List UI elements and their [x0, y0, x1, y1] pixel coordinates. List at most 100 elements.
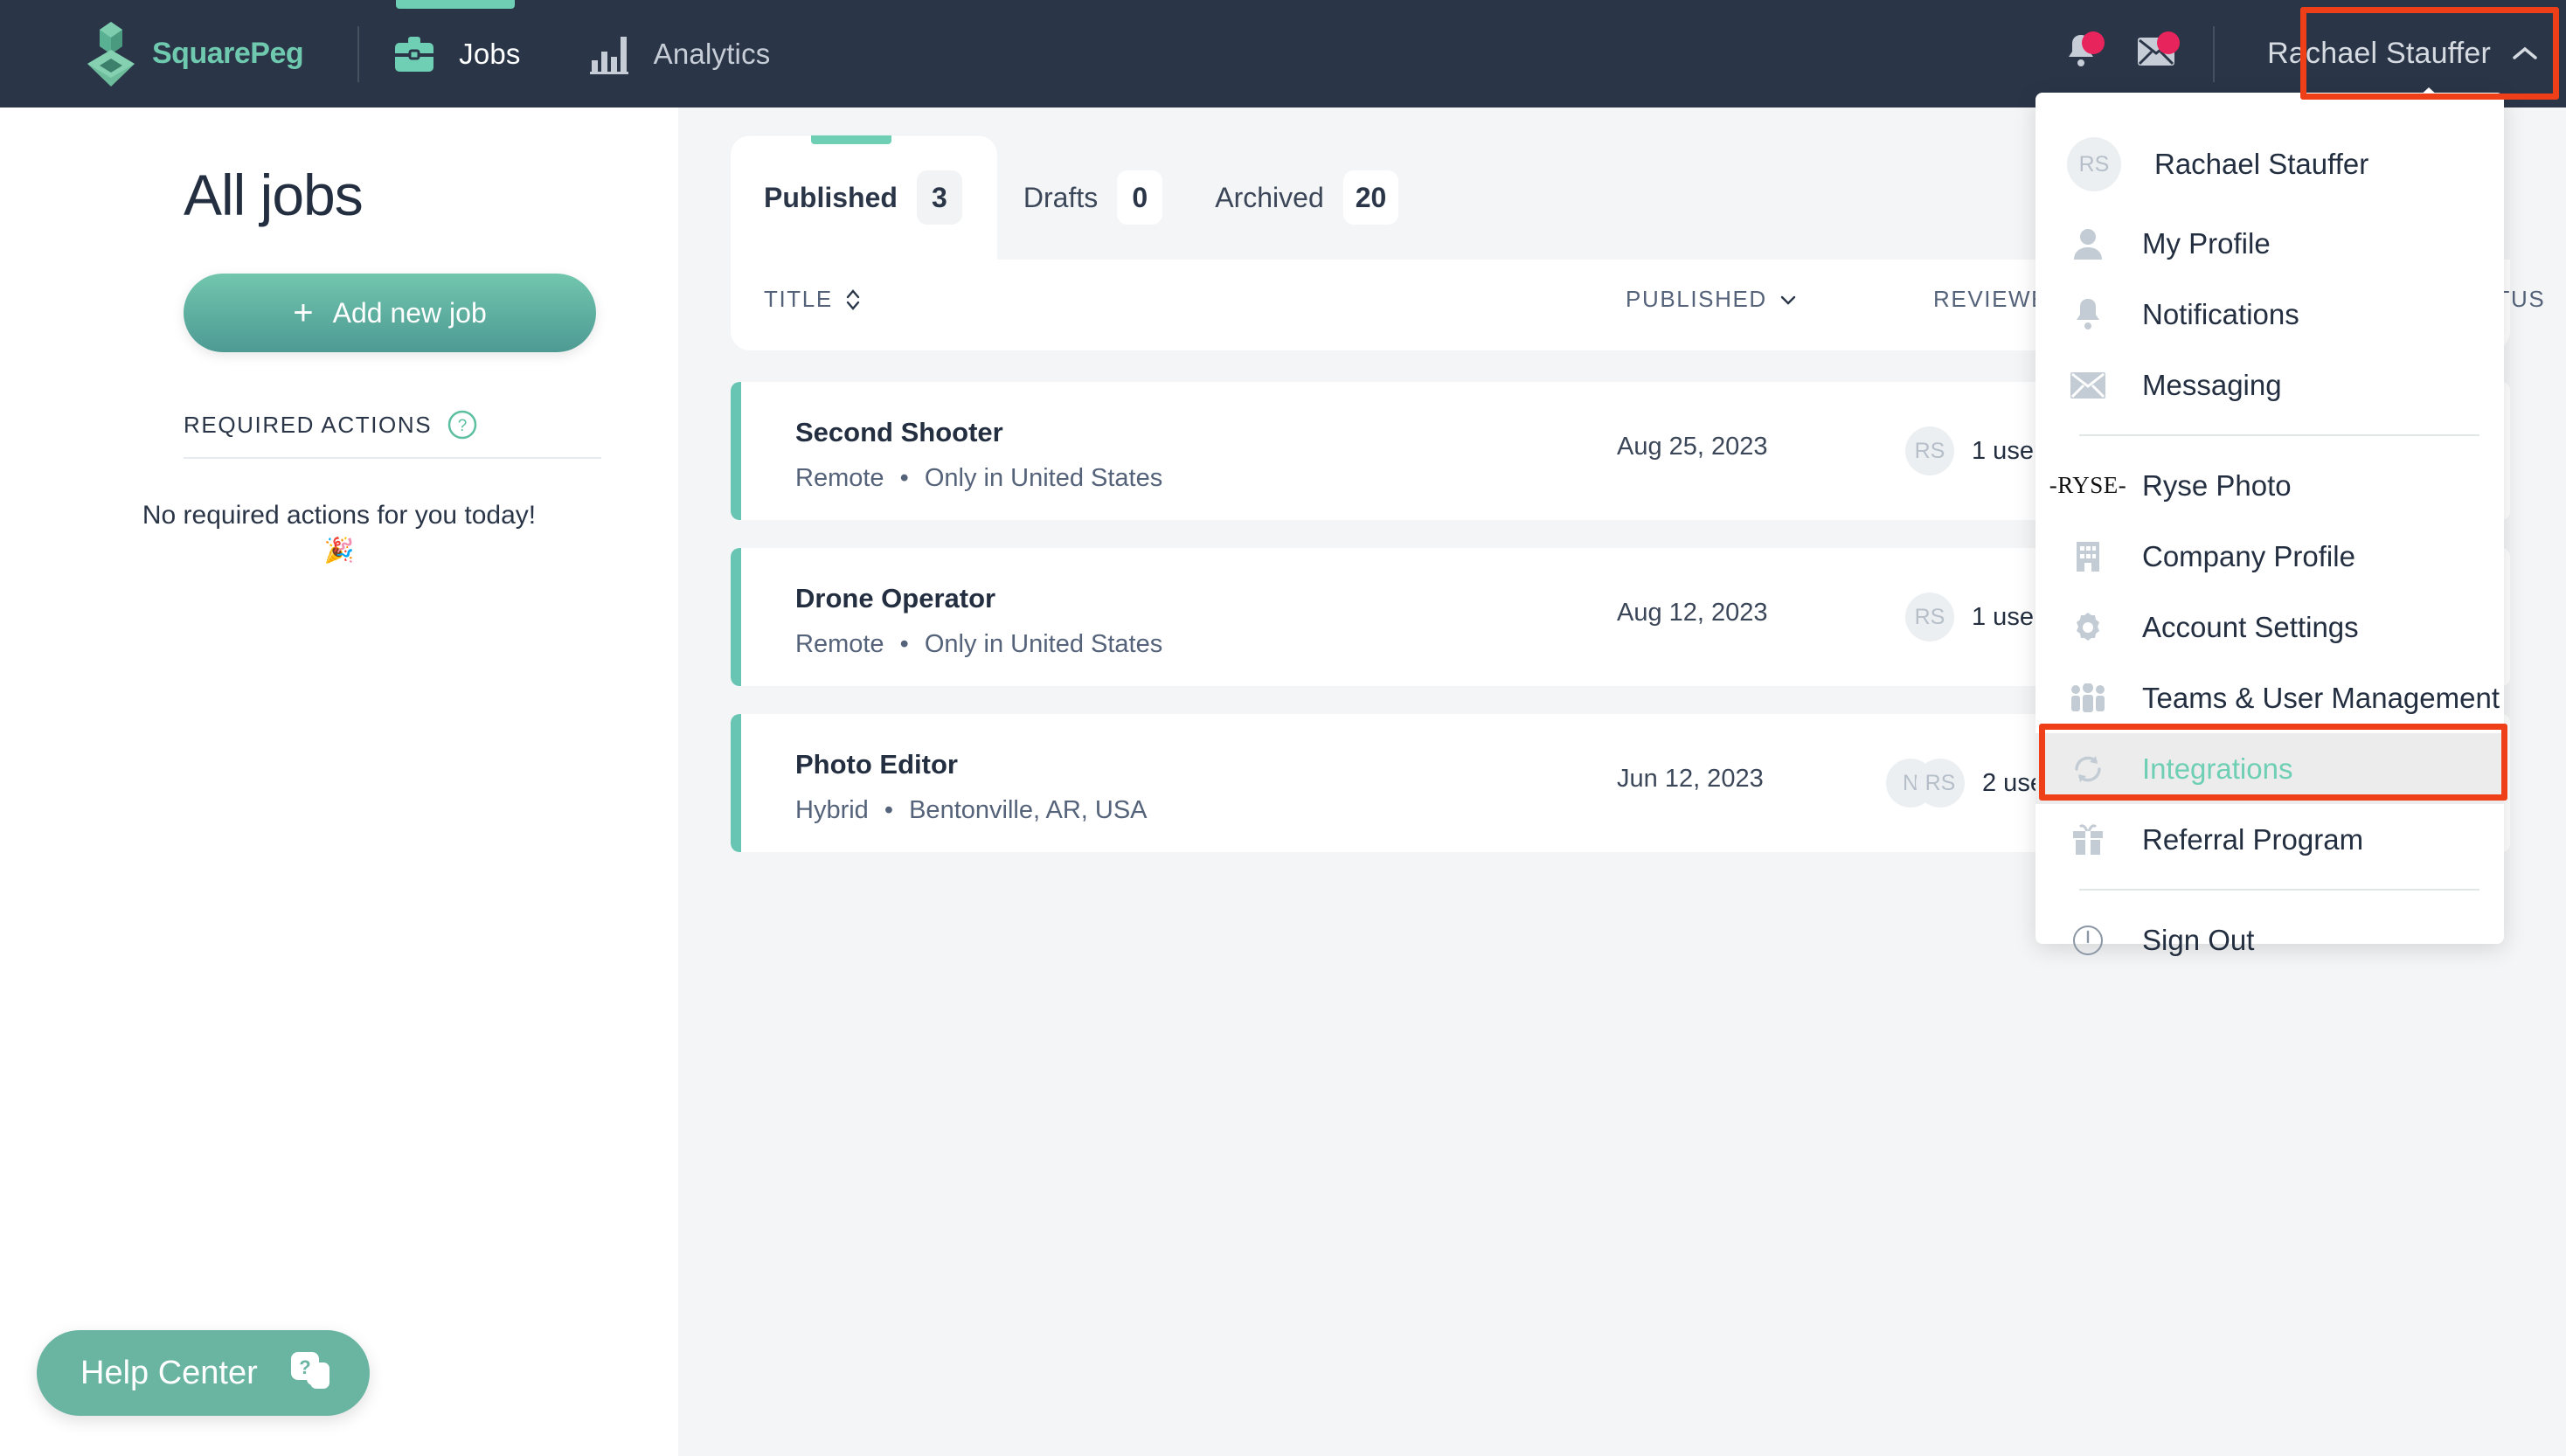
dropdown-item-messaging[interactable]: Messaging [2035, 350, 2504, 420]
dropdown-item-integrations[interactable]: Integrations [2035, 733, 2504, 804]
nav-item-jobs[interactable]: Jobs [359, 0, 554, 107]
messages-button[interactable] [2119, 0, 2194, 107]
tab-drafts[interactable]: Drafts 0 [997, 135, 1189, 260]
dropdown-item-notifications[interactable]: Notifications [2035, 279, 2504, 350]
avatar-stack: N RS [1886, 759, 1965, 808]
messages-badge [2157, 31, 2181, 54]
column-header-label: TITLE [764, 286, 833, 312]
help-center-button[interactable]: Help Center ? [37, 1330, 370, 1416]
gear-icon [2067, 611, 2109, 644]
avatar: RS [1916, 759, 1965, 808]
bullet-separator: • [899, 464, 909, 492]
required-actions-empty-text: No required actions for you today! [142, 501, 537, 530]
header-divider [2213, 25, 2216, 82]
dropdown-item-account-settings[interactable]: Account Settings [2035, 592, 2504, 662]
job-title: Second Shooter [795, 417, 1003, 447]
user-menu-button[interactable]: Rachael Stauffer [2237, 0, 2566, 107]
job-title: Photo Editor [795, 749, 958, 780]
tab-published[interactable]: Published 3 [731, 135, 997, 260]
top-navigation-bar: SquarePeg Jobs Analytics Rachael Stauffe… [0, 0, 2566, 107]
bullet-separator: • [899, 630, 909, 658]
dropdown-item-label: Company Profile [2142, 539, 2355, 572]
dropdown-item-label: Account Settings [2142, 610, 2359, 643]
dropdown-item-sign-out[interactable]: Sign Out [2035, 905, 2504, 975]
job-title: Drone Operator [795, 583, 996, 614]
nav-active-indicator [396, 0, 516, 9]
briefcase-icon [392, 36, 436, 73]
dropdown-item-teams-user-management[interactable]: Teams & User Management [2035, 662, 2504, 733]
job-work-type: Remote [795, 630, 884, 658]
tab-archived[interactable]: Archived 20 [1189, 135, 1425, 260]
job-published-date: Aug 12, 2023 [1617, 599, 1768, 627]
question-circle-icon[interactable]: ? [447, 410, 477, 440]
brand-name: SquarePeg [152, 37, 304, 70]
dropdown-item-label: Ryse Photo [2142, 468, 2292, 502]
tab-count: 3 [916, 170, 962, 225]
add-new-job-button[interactable]: + Add new job [184, 274, 596, 352]
building-icon [2067, 540, 2109, 573]
user-dropdown-menu: RS Rachael Stauffer My Profile Notificat… [2035, 93, 2504, 956]
tab-label: Published [764, 181, 898, 213]
sync-arrows-icon [2067, 753, 2109, 785]
notifications-button[interactable] [2043, 0, 2119, 107]
party-popper-emoji: 🎉 [323, 537, 355, 564]
required-actions-header: REQUIRED ACTIONS ? [184, 410, 678, 440]
dropdown-item-label: Messaging [2142, 368, 2282, 401]
job-work-type: Remote [795, 464, 884, 492]
required-actions-empty-state: No required actions for you today! 🎉 [0, 501, 678, 565]
dropdown-item-label: Referral Program [2142, 822, 2364, 856]
ryse-logo-text: -RYSE- [2049, 472, 2127, 498]
svg-text:?: ? [299, 1356, 310, 1378]
required-actions-divider [184, 457, 601, 459]
job-location: Bentonville, AR, USA [909, 796, 1148, 824]
notifications-badge [2082, 31, 2105, 54]
topnav-right-group: Rachael Stauffer [2043, 0, 2566, 107]
left-sidebar: All jobs + Add new job REQUIRED ACTIONS … [0, 107, 678, 1456]
dropdown-item-my-profile[interactable]: My Profile [2035, 208, 2504, 279]
help-center-label: Help Center [80, 1354, 258, 1391]
nav-item-label: Analytics [653, 37, 771, 70]
tab-count: 20 [1342, 170, 1399, 225]
tab-count: 0 [1117, 170, 1163, 225]
people-group-icon [2067, 683, 2109, 713]
chevron-down-icon [1779, 294, 1797, 306]
svg-text:?: ? [458, 417, 468, 435]
job-published-date: Aug 25, 2023 [1617, 433, 1768, 461]
squarepeg-logo-icon [84, 20, 138, 88]
nav-item-label: Jobs [459, 37, 521, 70]
dropdown-item-label: Teams & User Management [2142, 681, 2500, 714]
person-icon [2067, 227, 2109, 260]
avatar: RS [1905, 426, 1954, 475]
bar-chart-icon [587, 34, 631, 74]
tab-label: Drafts [1023, 181, 1099, 213]
tab-active-indicator [811, 135, 891, 144]
tab-label: Archived [1215, 181, 1324, 213]
column-header-label: PUBLISHED [1626, 286, 1767, 312]
column-header-title[interactable]: TITLE [764, 286, 861, 313]
plus-icon: + [293, 294, 314, 332]
brand[interactable]: SquarePeg [84, 20, 304, 88]
help-cards-icon: ? [289, 1350, 336, 1396]
dropdown-item-ryse-photo[interactable]: -RYSE- Ryse Photo [2035, 450, 2504, 521]
dropdown-item-company-profile[interactable]: Company Profile [2035, 521, 2504, 592]
column-header-published[interactable]: PUBLISHED [1626, 286, 1797, 313]
dropdown-item-label: Notifications [2142, 297, 2299, 330]
dropdown-account-name: Rachael Stauffer [2154, 148, 2369, 180]
dropdown-item-label: Integrations [2142, 752, 2293, 785]
dropdown-item-label: Sign Out [2142, 923, 2255, 956]
add-new-job-label: Add new job [332, 296, 487, 329]
dropdown-item-referral-program[interactable]: Referral Program [2035, 804, 2504, 875]
job-published-date: Jun 12, 2023 [1617, 765, 1764, 793]
dropdown-account-header: RS Rachael Stauffer [2035, 121, 2504, 208]
user-menu-name: Rachael Stauffer [2267, 37, 2491, 70]
nav-item-analytics[interactable]: Analytics [554, 0, 804, 107]
row-accent-bar [731, 548, 741, 686]
job-location: Only in United States [924, 630, 1163, 658]
dropdown-divider [2079, 434, 2479, 436]
job-subtitle: Remote • Only in United States [795, 464, 1162, 493]
bell-icon [2067, 297, 2109, 332]
row-accent-bar [731, 714, 741, 852]
avatar: RS [1905, 593, 1954, 641]
avatar-stack: RS [1905, 426, 1954, 475]
job-subtitle: Hybrid • Bentonville, AR, USA [795, 796, 1148, 825]
